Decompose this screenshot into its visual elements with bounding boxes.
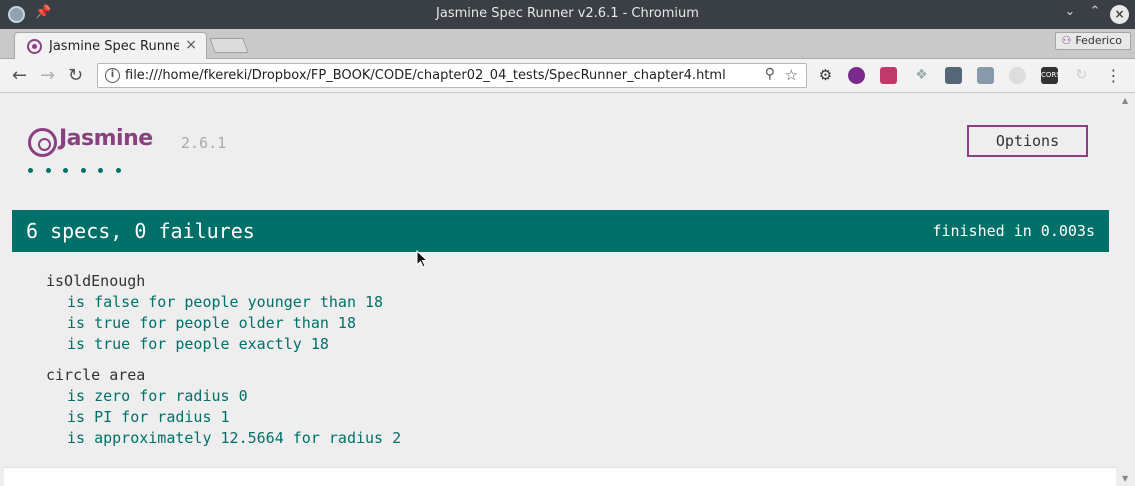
page-content: Jasmine 2.6.1 Options 6 specs, 0 failure…: [0, 94, 1118, 486]
jasmine-logo-text: Jasmine: [59, 126, 153, 151]
options-button[interactable]: Options: [967, 125, 1088, 157]
spec-dot[interactable]: [115, 168, 121, 173]
menu-icon[interactable]: ⋮: [1105, 67, 1122, 84]
window-titlebar: 📌 Jasmine Spec Runner v2.6.1 - Chromium …: [0, 0, 1135, 29]
profile-button[interactable]: ⚇ Federico: [1054, 32, 1131, 50]
minimize-icon[interactable]: ⌄: [1060, 4, 1080, 19]
window-title: Jasmine Spec Runner v2.6.1 - Chromium: [436, 6, 699, 21]
tab-strip: Jasmine Spec Runner × ⚇ Federico: [0, 29, 1135, 60]
opera-icon[interactable]: [848, 67, 865, 84]
scroll-down-icon[interactable]: ▼: [1122, 474, 1128, 483]
maximize-icon[interactable]: ⌃: [1085, 4, 1105, 19]
gmail-icon[interactable]: [880, 67, 897, 84]
tab-jasmine[interactable]: Jasmine Spec Runner ×: [14, 32, 207, 60]
zoom-icon[interactable]: ⚲: [765, 66, 775, 82]
profile-name: Federico: [1075, 34, 1122, 47]
address-url[interactable]: file:///home/fkereki/Dropbox/FP_BOOK/COD…: [125, 68, 726, 83]
suite: isOldEnough is false for people younger …: [46, 272, 401, 356]
spec-dot[interactable]: [45, 168, 51, 173]
new-tab-button[interactable]: [209, 38, 249, 53]
results: isOldEnough is false for people younger …: [46, 272, 401, 460]
refresh-icon[interactable]: ↻: [1073, 67, 1090, 84]
overall-result: 6 specs, 0 failures: [26, 219, 255, 243]
duration: finished in 0.003s: [932, 222, 1095, 240]
spec-dots: [28, 168, 134, 173]
jasmine-flower-icon: [28, 128, 57, 157]
info-icon[interactable]: i: [105, 68, 120, 83]
suite: circle area is zero for radius 0 is PI f…: [46, 366, 401, 450]
jasmine-favicon-icon: [27, 39, 42, 54]
reload-icon[interactable]: ↻: [68, 65, 83, 86]
loading-icon[interactable]: [1009, 67, 1026, 84]
spec-item[interactable]: is false for people younger than 18: [46, 293, 401, 314]
tab-title: Jasmine Spec Runner: [49, 39, 179, 54]
tab-close-icon[interactable]: ×: [185, 37, 197, 53]
spec-dot[interactable]: [80, 168, 86, 173]
spec-item[interactable]: is zero for radius 0: [46, 387, 401, 408]
spec-item[interactable]: is true for people exactly 18: [46, 335, 401, 356]
jasmine-version: 2.6.1: [181, 134, 227, 152]
spec-item[interactable]: is approximately 12.5664 for radius 2: [46, 429, 401, 450]
spec-item[interactable]: is PI for radius 1: [46, 408, 401, 429]
qr-icon[interactable]: [977, 67, 994, 84]
spec-item[interactable]: is true for people older than 18: [46, 314, 401, 335]
profile-icon: ⚇: [1061, 34, 1072, 47]
back-icon[interactable]: ←: [12, 65, 27, 86]
suite-description[interactable]: circle area: [46, 366, 401, 387]
scroll-up-icon[interactable]: ▲: [1122, 96, 1128, 105]
forward-icon[interactable]: →: [40, 65, 55, 86]
bottom-panel: [4, 467, 1116, 486]
mouse-cursor-icon: [416, 250, 428, 268]
close-window-icon[interactable]: ×: [1110, 5, 1129, 24]
browser-toolbar: ← → ↻ i file:///home/fkereki/Dropbox/FP_…: [0, 59, 1135, 93]
summary-bar: 6 specs, 0 failures finished in 0.003s: [12, 210, 1109, 252]
cors-icon[interactable]: CORS: [1041, 67, 1061, 84]
gear-icon[interactable]: ⚙: [817, 67, 834, 84]
spec-dot[interactable]: [98, 168, 104, 173]
address-bar[interactable]: i file:///home/fkereki/Dropbox/FP_BOOK/C…: [97, 63, 807, 88]
bookmark-star-icon[interactable]: ☆: [785, 66, 798, 84]
screenshot-icon[interactable]: [945, 67, 962, 84]
suite-description[interactable]: isOldEnough: [46, 272, 401, 293]
dropbox-icon[interactable]: ❖: [913, 67, 930, 84]
spec-dot[interactable]: [63, 168, 69, 173]
spec-dot[interactable]: [28, 168, 33, 173]
page-scrollbar[interactable]: ▲ ▼: [1118, 94, 1135, 486]
